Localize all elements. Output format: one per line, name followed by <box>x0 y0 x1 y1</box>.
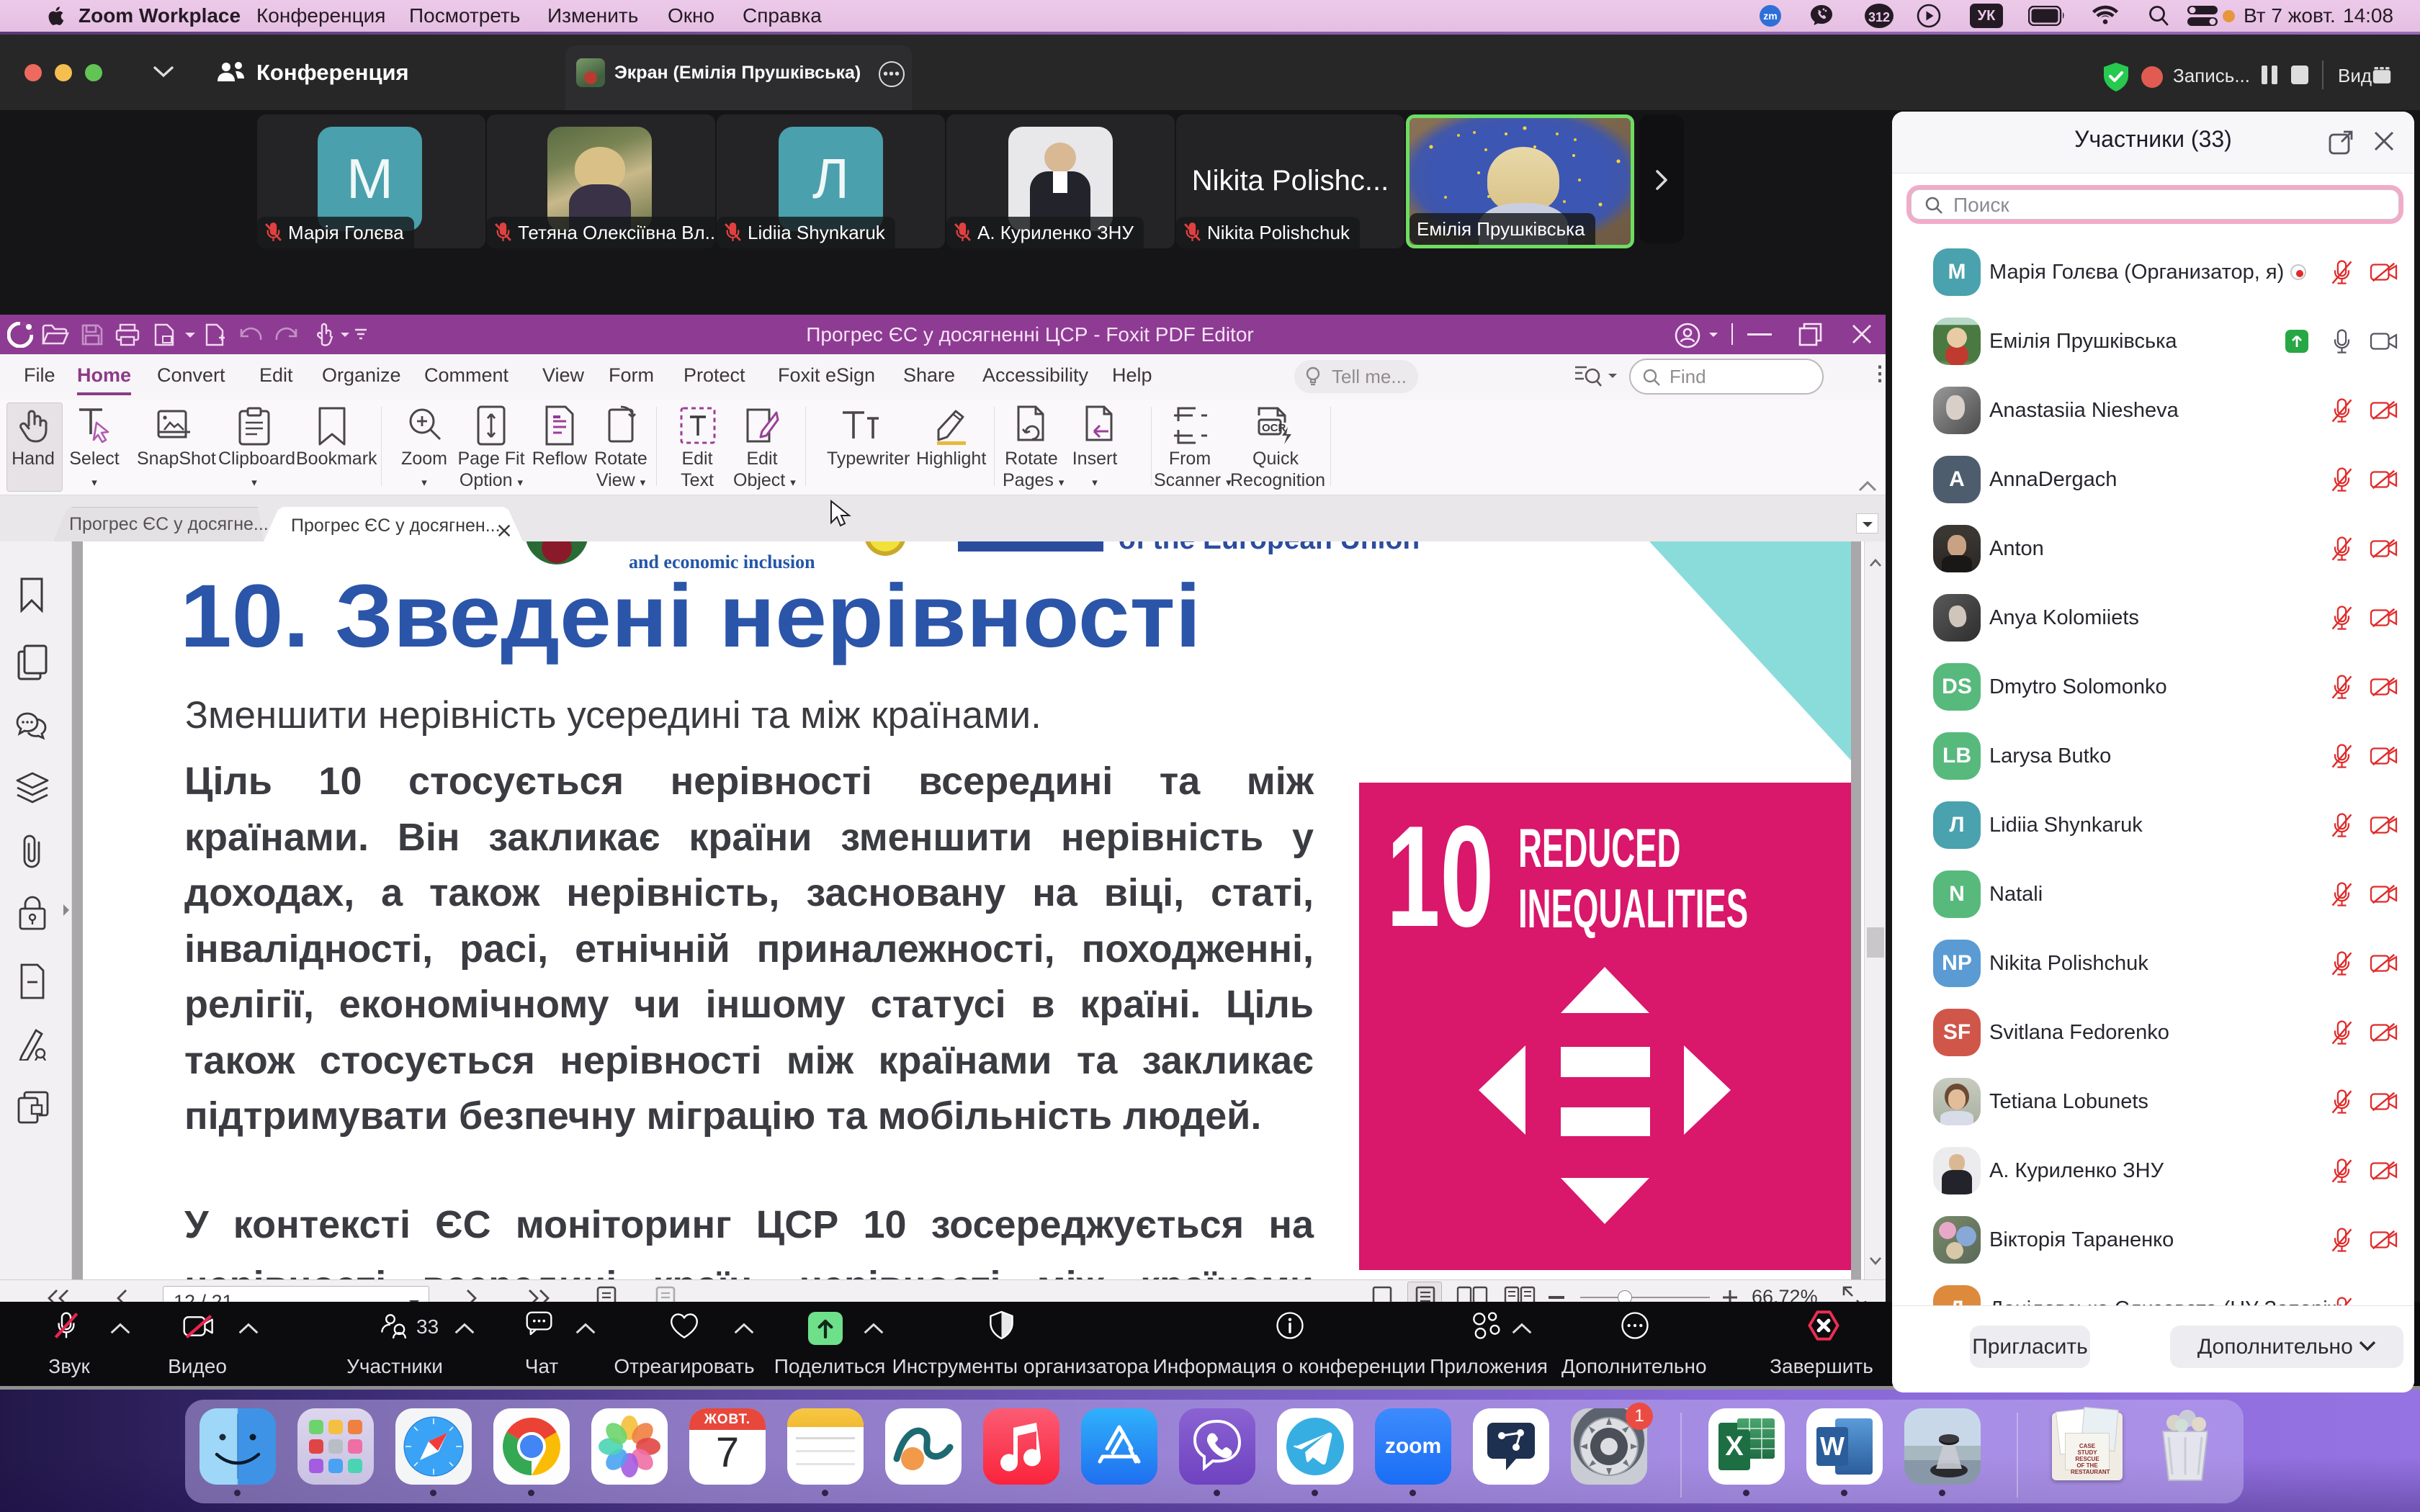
svg-text:OCR: OCR <box>1262 422 1286 434</box>
